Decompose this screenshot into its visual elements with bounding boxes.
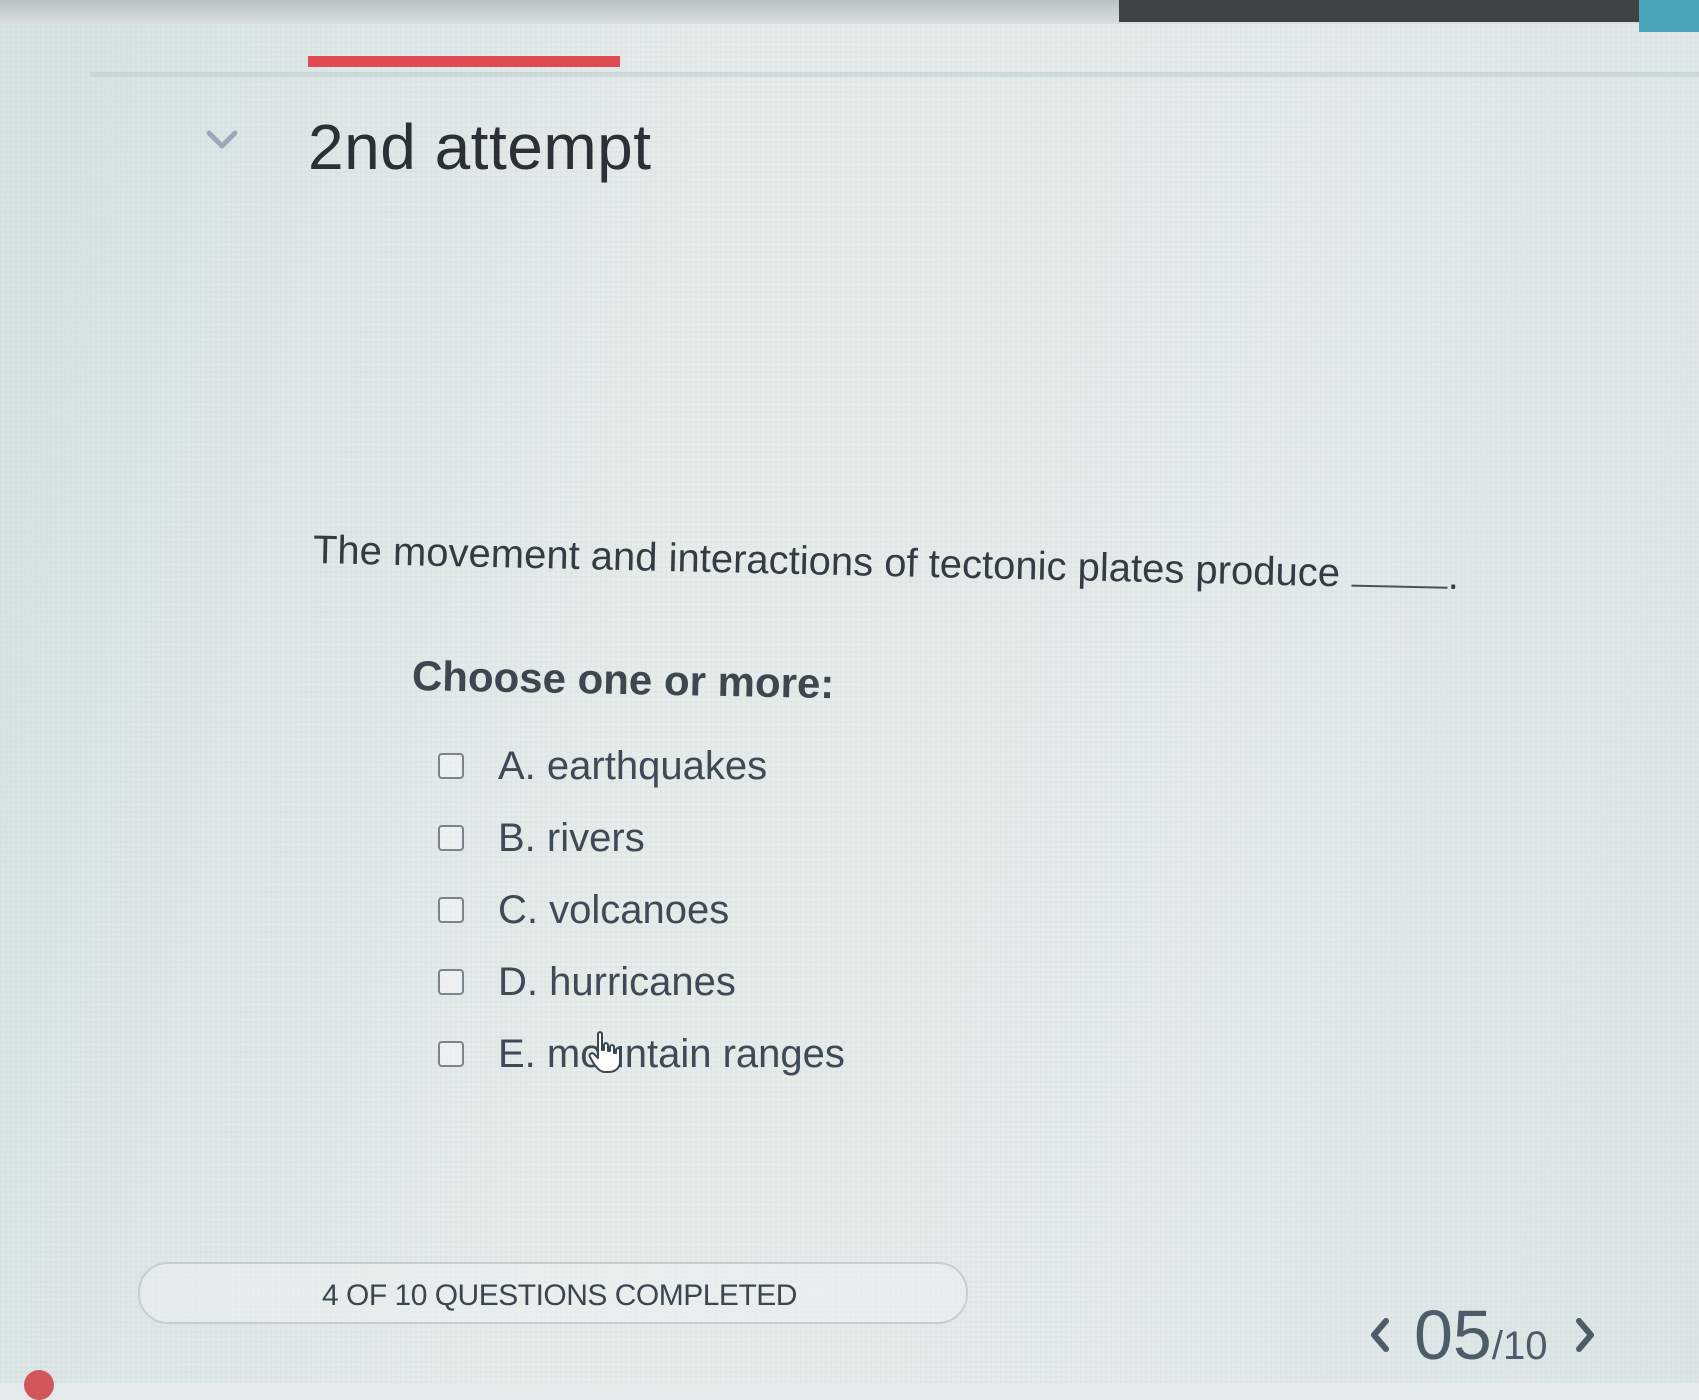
option-a-text: earthquakes [546,743,768,788]
option-b-text: rivers [546,815,645,860]
option-c-letter: C. [498,887,538,932]
next-question-button[interactable] [1565,1311,1605,1359]
quiz-screen: 2nd attempt The movement and interaction… [0,0,1699,1400]
option-e-checkbox[interactable] [438,1041,464,1067]
progress-fill [308,56,620,67]
option-b[interactable]: B. rivers [438,802,845,874]
option-d-letter: D. [498,959,538,1004]
option-d-text: hurricanes [549,959,736,1004]
question-pager: 05 /10 [1360,1295,1605,1375]
option-e-letter: E. [498,1031,536,1076]
option-c[interactable]: C. volcanoes [438,874,845,946]
attempt-title: 2nd attempt [308,111,652,183]
option-a-checkbox[interactable] [438,753,464,779]
answer-blank [1351,584,1448,589]
option-c-text: volcanoes [549,887,730,932]
chevron-right-icon [1576,1318,1595,1352]
notification-dot [24,1370,54,1400]
questions-completed-status: 4 OF 10 QUESTIONS COMPLETED [322,1279,797,1312]
chevron-left-icon [1371,1318,1389,1352]
progress-track [90,72,1699,77]
question-prompt: The movement and interactions of tectoni… [312,528,1460,599]
top-bezel-dark [1119,0,1639,22]
option-b-letter: B. [498,815,536,860]
choose-instruction: Choose one or more: [411,652,835,708]
prev-question-button[interactable] [1360,1311,1400,1359]
option-b-checkbox[interactable] [438,825,464,851]
option-c-checkbox[interactable] [438,897,464,923]
total-questions: /10 [1491,1323,1548,1368]
answer-options: A. earthquakes B. rivers C. volcanoes D.… [438,730,845,1090]
option-e[interactable]: E. mountain ranges [438,1018,845,1090]
option-a[interactable]: A. earthquakes [438,730,845,802]
option-d-checkbox[interactable] [438,969,464,995]
question-prompt-end: . [1447,553,1460,599]
option-d[interactable]: D. hurricanes [438,946,845,1018]
current-question-number: 05 [1414,1296,1492,1374]
hand-cursor-icon [588,1031,621,1073]
chevron-down-icon[interactable] [205,128,239,152]
question-prompt-text: The movement and interactions of tectoni… [312,528,1341,596]
top-bezel-accent [1639,0,1699,32]
option-a-letter: A. [498,743,536,788]
